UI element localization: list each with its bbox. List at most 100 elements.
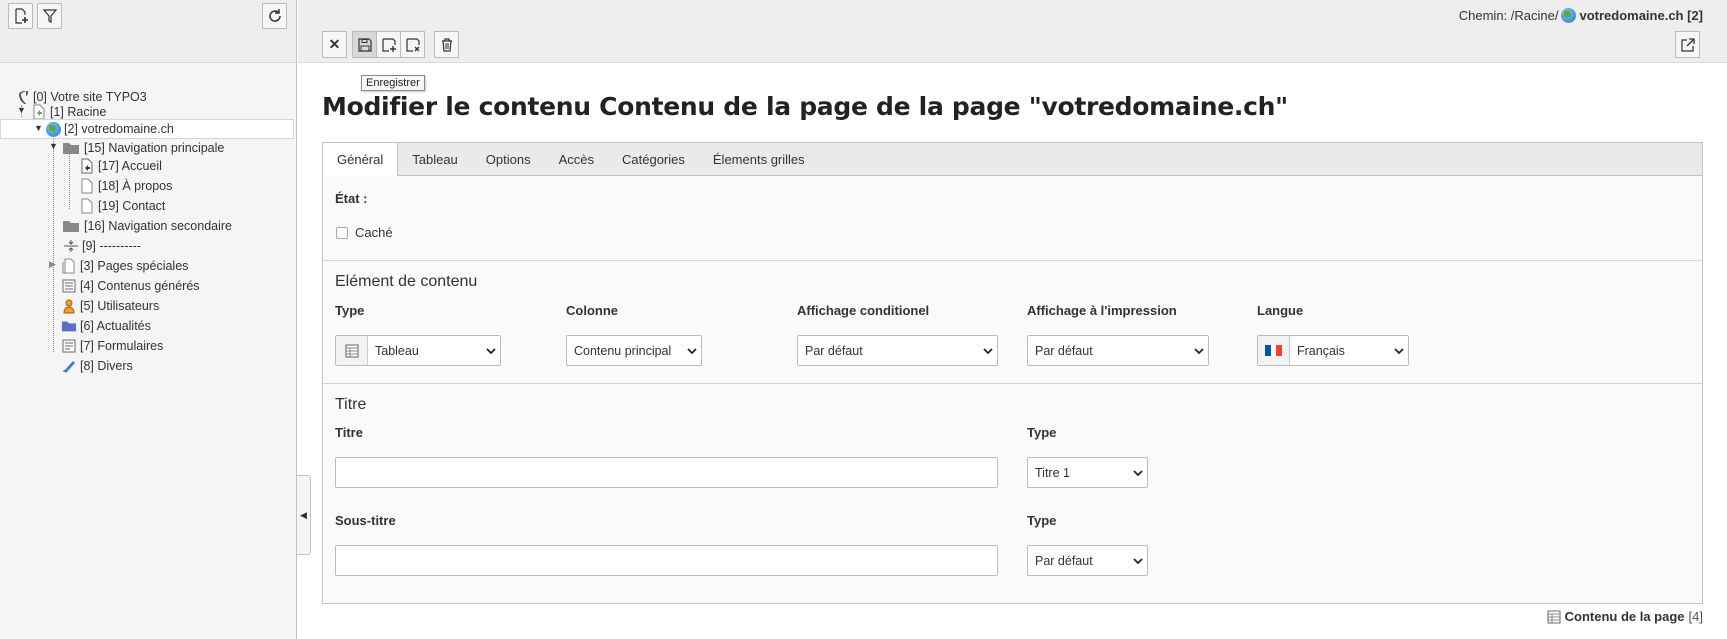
- refresh-icon: [268, 9, 281, 22]
- breadcrumb: Chemin: /Racine/ votredomaine.ch [2]: [1459, 8, 1703, 23]
- tree-node-contenus-generes[interactable]: [4] Contenus générés: [61, 276, 200, 296]
- open-window-group: [1675, 31, 1700, 58]
- folder-icon: [61, 218, 81, 234]
- chevron-down-icon: [1129, 557, 1147, 564]
- save-tooltip: Enregistrer: [361, 75, 425, 91]
- users-icon: [61, 298, 77, 314]
- page-shortcut-icon: [31, 104, 47, 120]
- page-tree-panel: [0] Votre site TYPO3 ▼ [1] Racine ▼ [2] …: [0, 0, 297, 639]
- tree-node-pages-speciales[interactable]: [3] Pages spéciales: [61, 256, 188, 276]
- tab-elements-grilles[interactable]: Élements grilles: [699, 143, 819, 176]
- pages-icon: [61, 258, 77, 274]
- tree-node-label: [6] Actualités: [80, 319, 151, 333]
- expand-toggle-icon[interactable]: ▼: [34, 123, 43, 133]
- tree-node-accueil[interactable]: [17] Accueil: [79, 156, 162, 176]
- tree-node-label: [5] Utilisateurs: [80, 299, 160, 313]
- column-select[interactable]: Contenu principal: [566, 335, 702, 366]
- hidden-checkbox-label: Caché: [355, 225, 393, 240]
- conditional-select[interactable]: Par défaut: [797, 335, 998, 366]
- tree-node-contact[interactable]: [19] Contact: [79, 196, 165, 216]
- forms-icon: [61, 338, 77, 354]
- news-folder-icon: [61, 318, 77, 334]
- doc-header: Chemin: /Racine/ votredomaine.ch [2] ✕: [298, 0, 1727, 63]
- record-id: [4]: [1688, 609, 1703, 624]
- trash-icon: [441, 37, 452, 52]
- subtitle-type-label: Type: [1027, 513, 1057, 528]
- flag-fr-icon: [1258, 336, 1290, 365]
- new-page-button[interactable]: [8, 3, 33, 29]
- tree-node-navigation-secondaire[interactable]: [16] Navigation secondaire: [61, 216, 232, 236]
- tree-node-actualites[interactable]: [6] Actualités: [61, 316, 151, 336]
- title-label: Titre: [335, 425, 363, 440]
- page-icon: [79, 198, 95, 214]
- language-select-value: Français: [1297, 343, 1345, 358]
- state-label: État :: [335, 191, 368, 206]
- filter-icon: [42, 9, 57, 23]
- save-new-button[interactable]: [376, 31, 401, 58]
- tree-node-label: [2] votredomaine.ch: [64, 122, 174, 136]
- type-label: Type: [335, 303, 365, 318]
- refresh-button[interactable]: [262, 3, 287, 29]
- subtitle-type-select[interactable]: Par défaut: [1027, 545, 1148, 576]
- title-heading: Titre: [335, 396, 367, 413]
- open-new-window-button[interactable]: [1675, 31, 1700, 58]
- tree-node-formulaires[interactable]: [7] Formulaires: [61, 336, 163, 356]
- save-button[interactable]: [352, 31, 377, 58]
- tree-node-utilisateurs[interactable]: [5] Utilisateurs: [61, 296, 159, 316]
- page-icon: [79, 178, 95, 194]
- tree-node-a-propos[interactable]: [18] À propos: [79, 176, 172, 196]
- close-group: ✕: [322, 31, 347, 58]
- tab-general[interactable]: Général: [323, 143, 399, 177]
- tree-node-label: [9] ----------: [82, 239, 141, 253]
- chevron-down-icon: [1390, 347, 1408, 354]
- tree-node-navigation-principale[interactable]: [15] Navigation principale: [61, 138, 224, 158]
- language-select[interactable]: Français: [1257, 335, 1409, 366]
- close-button[interactable]: ✕: [322, 31, 347, 58]
- tab-options[interactable]: Options: [472, 143, 545, 176]
- tab-acces[interactable]: Accès: [545, 143, 608, 176]
- chevron-down-icon: [979, 347, 997, 354]
- tab-tableau[interactable]: Tableau: [398, 143, 472, 176]
- save-close-icon: [405, 37, 420, 52]
- save-close-button[interactable]: [400, 31, 425, 58]
- globe-icon: [1561, 8, 1577, 23]
- expand-toggle-icon[interactable]: ▼: [17, 105, 26, 115]
- content-element-section: Elément de contenu Type Tableau Colonne …: [323, 261, 1702, 384]
- print-select[interactable]: Par défaut: [1027, 335, 1209, 366]
- record-label[interactable]: Contenu de la page: [1565, 609, 1685, 624]
- tree-node-label: [8] Divers: [80, 359, 133, 373]
- chevron-down-icon: [683, 347, 701, 354]
- title-input[interactable]: [335, 457, 998, 488]
- column-label: Colonne: [566, 303, 618, 318]
- hidden-checkbox[interactable]: [336, 227, 348, 239]
- tree-node-label: [19] Contact: [98, 199, 166, 213]
- tree-node-divers[interactable]: [8] Divers: [61, 356, 133, 376]
- collapse-toggle-icon[interactable]: ▶: [49, 259, 56, 270]
- tree-node-label: [3] Pages spéciales: [80, 259, 189, 273]
- tree-node-label: [18] À propos: [98, 179, 173, 193]
- type-select[interactable]: Tableau: [335, 335, 501, 366]
- delete-button[interactable]: [434, 31, 459, 58]
- chevron-down-icon: [1129, 469, 1147, 476]
- language-label: Langue: [1257, 303, 1304, 318]
- separator-icon: [63, 238, 79, 254]
- expand-toggle-icon[interactable]: ▼: [49, 141, 58, 151]
- title-type-select[interactable]: Titre 1: [1027, 457, 1148, 488]
- tree-node-label: [1] Racine: [50, 105, 107, 119]
- tree-node-votredomaine[interactable]: ▼ [2] votredomaine.ch: [0, 119, 294, 139]
- tree-node-label: [16] Navigation secondaire: [84, 219, 233, 233]
- tab-categories[interactable]: Catégories: [608, 143, 699, 176]
- subtitle-type-value: Par défaut: [1035, 553, 1093, 568]
- typo3-logo-icon: [14, 89, 30, 105]
- table-icon: [1547, 610, 1561, 623]
- tree-node-label: [15] Navigation principale: [84, 141, 225, 155]
- filter-button[interactable]: [37, 3, 62, 29]
- edit-form: État : Caché Elément de contenu Type Tab…: [322, 176, 1703, 604]
- tree-toolbar: [0, 0, 296, 63]
- tree-node-separator[interactable]: [9] ----------: [63, 236, 141, 256]
- page-shortcut-icon: [79, 158, 95, 174]
- subtitle-input[interactable]: [335, 545, 998, 576]
- save-group: [352, 31, 425, 58]
- print-select-value: Par défaut: [1035, 343, 1093, 358]
- breadcrumb-current[interactable]: votredomaine.ch [2]: [1579, 8, 1703, 23]
